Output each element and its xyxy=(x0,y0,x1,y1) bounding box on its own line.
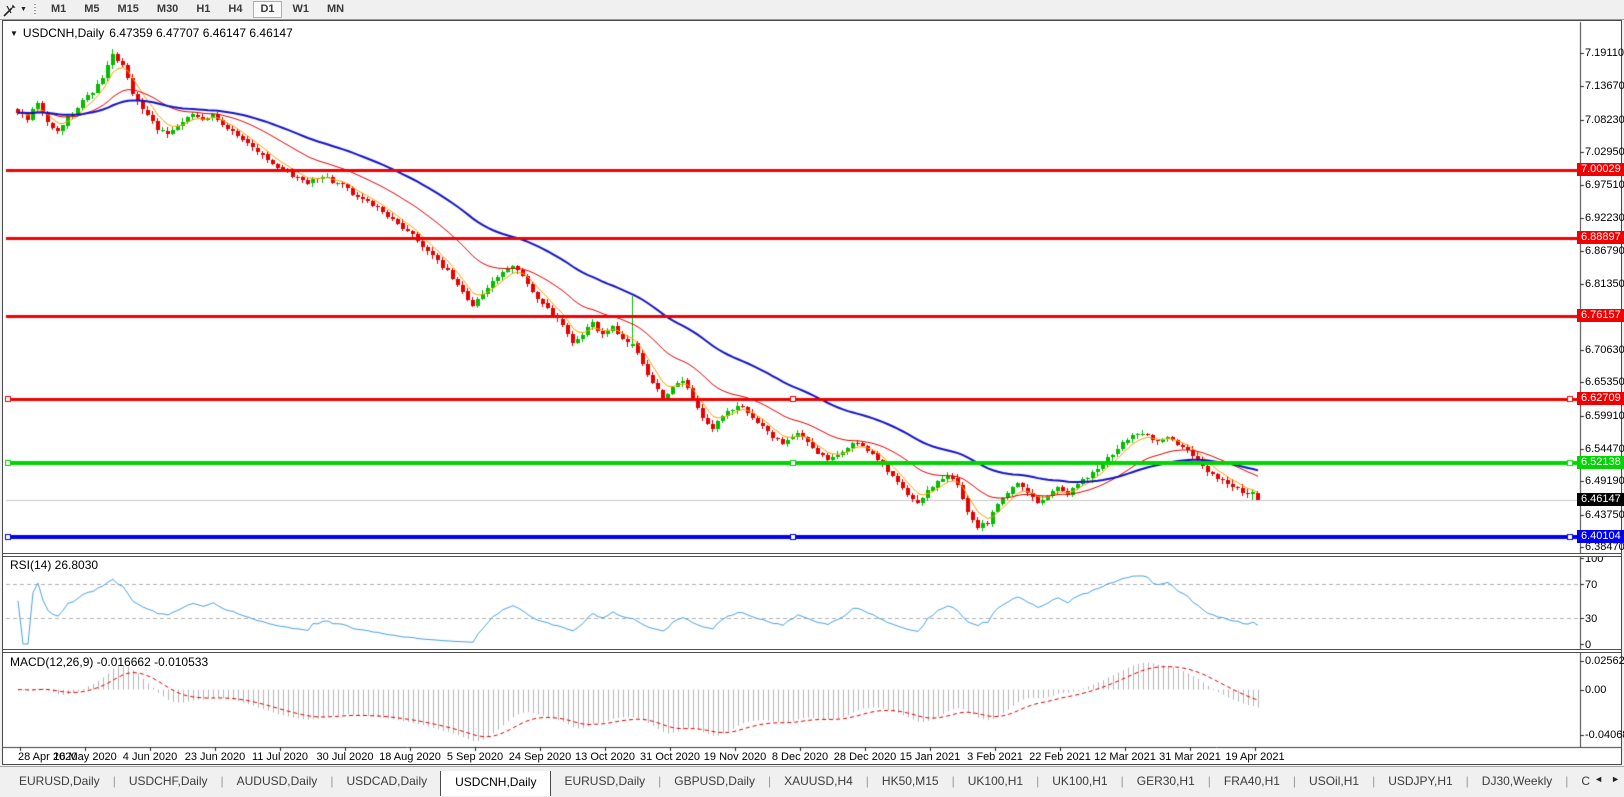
chart-title-row: ▼ USDCNH,Daily 6.47359 6.47707 6.46147 6… xyxy=(10,26,293,40)
chart-tab-eurusd-daily[interactable]: EURUSD,Daily xyxy=(551,771,658,793)
date-axis[interactable] xyxy=(3,748,1618,763)
symbol-dropdown-icon[interactable]: ▼ xyxy=(10,29,18,38)
chart-tab-gbpusd-daily[interactable]: GBPUSD,Daily xyxy=(661,771,768,793)
timeframe-button-m5[interactable]: M5 xyxy=(77,1,106,18)
timeframe-button-m15[interactable]: M15 xyxy=(111,1,146,18)
price-axis[interactable] xyxy=(1580,22,1620,748)
chart-tab-china300-h1[interactable]: CHINA300,H1 xyxy=(1568,771,1590,793)
timeframe-button-h1[interactable]: H1 xyxy=(189,1,217,18)
timeframe-button-w1[interactable]: W1 xyxy=(286,1,317,18)
tab-scroll-buttons: ◄ ► xyxy=(1594,773,1620,785)
chart-tab-bar: EURUSD,Daily | USDCHF,Daily | AUDUSD,Daily | U… xyxy=(0,766,1624,797)
chart-tab-eurusd-daily[interactable]: EURUSD,Daily xyxy=(6,771,113,793)
chart-tab-xauusd-h4[interactable]: XAUUSD,H4 xyxy=(771,771,866,793)
chart-tab-usdcad-daily[interactable]: USDCAD,Daily xyxy=(333,771,440,793)
chart-tab-hk50-m15[interactable]: HK50,M15 xyxy=(869,771,952,793)
chart-tab-usdjpy-h1[interactable]: USDJPY,H1 xyxy=(1375,771,1465,793)
chart-ohlc-values: 6.47359 6.47707 6.46147 6.46147 xyxy=(109,26,293,40)
timeframe-button-m1[interactable]: M1 xyxy=(44,1,73,18)
panel-splitter[interactable] xyxy=(3,649,1621,653)
tab-scroll-left-icon[interactable]: ◄ xyxy=(1594,773,1603,785)
chart-title: USDCNH,Daily xyxy=(22,26,105,40)
timeframe-button-mn[interactable]: MN xyxy=(320,1,351,18)
panel-splitter[interactable] xyxy=(3,553,1621,557)
tab-scroll-right-icon[interactable]: ► xyxy=(1611,773,1620,785)
timeframe-button-h4[interactable]: H4 xyxy=(221,1,249,18)
chart-tab-uk100-h1[interactable]: UK100,H1 xyxy=(1039,771,1120,793)
chart-tab-usdchf-daily[interactable]: USDCHF,Daily xyxy=(116,771,221,793)
chart-tab-usoil-h1[interactable]: USOil,H1 xyxy=(1296,771,1372,793)
macd-indicator-label: MACD(12,26,9) -0.016662 -0.010533 xyxy=(10,655,209,669)
chevron-down-icon[interactable]: ▼ xyxy=(20,6,27,13)
chart-tab-audusd-daily[interactable]: AUDUSD,Daily xyxy=(224,771,331,793)
timeframe-button-d1[interactable]: D1 xyxy=(253,1,282,18)
timeframe-buttons: M1 M5 M15 M30 H1 H4 D1 W1 MN xyxy=(42,0,353,19)
drawing-tool-icon[interactable] xyxy=(2,2,18,18)
chart-tab-fra40-h1[interactable]: FRA40,H1 xyxy=(1211,771,1293,793)
chart-window: ▼ USDCNH,Daily 6.47359 6.47707 6.46147 6… xyxy=(2,20,1624,765)
chart-tab-uk100-h1[interactable]: UK100,H1 xyxy=(955,771,1036,793)
rsi-indicator-label: RSI(14) 26.8030 xyxy=(10,558,99,572)
timeframe-button-m30[interactable]: M30 xyxy=(150,1,185,18)
chart-tab-dj30-weekly[interactable]: DJ30,Weekly xyxy=(1469,771,1565,793)
chart-tab-ger30-h1[interactable]: GER30,H1 xyxy=(1124,771,1208,793)
tab-list: EURUSD,Daily | USDCHF,Daily | AUDUSD,Daily | U… xyxy=(6,771,1590,797)
timeframe-toolbar: ▼ M1 M5 M15 M30 H1 H4 D1 W1 MN xyxy=(0,0,1624,20)
toolbar-grip xyxy=(32,3,37,16)
chart-tab-usdcnh-daily[interactable]: USDCNH,Daily xyxy=(440,771,552,796)
